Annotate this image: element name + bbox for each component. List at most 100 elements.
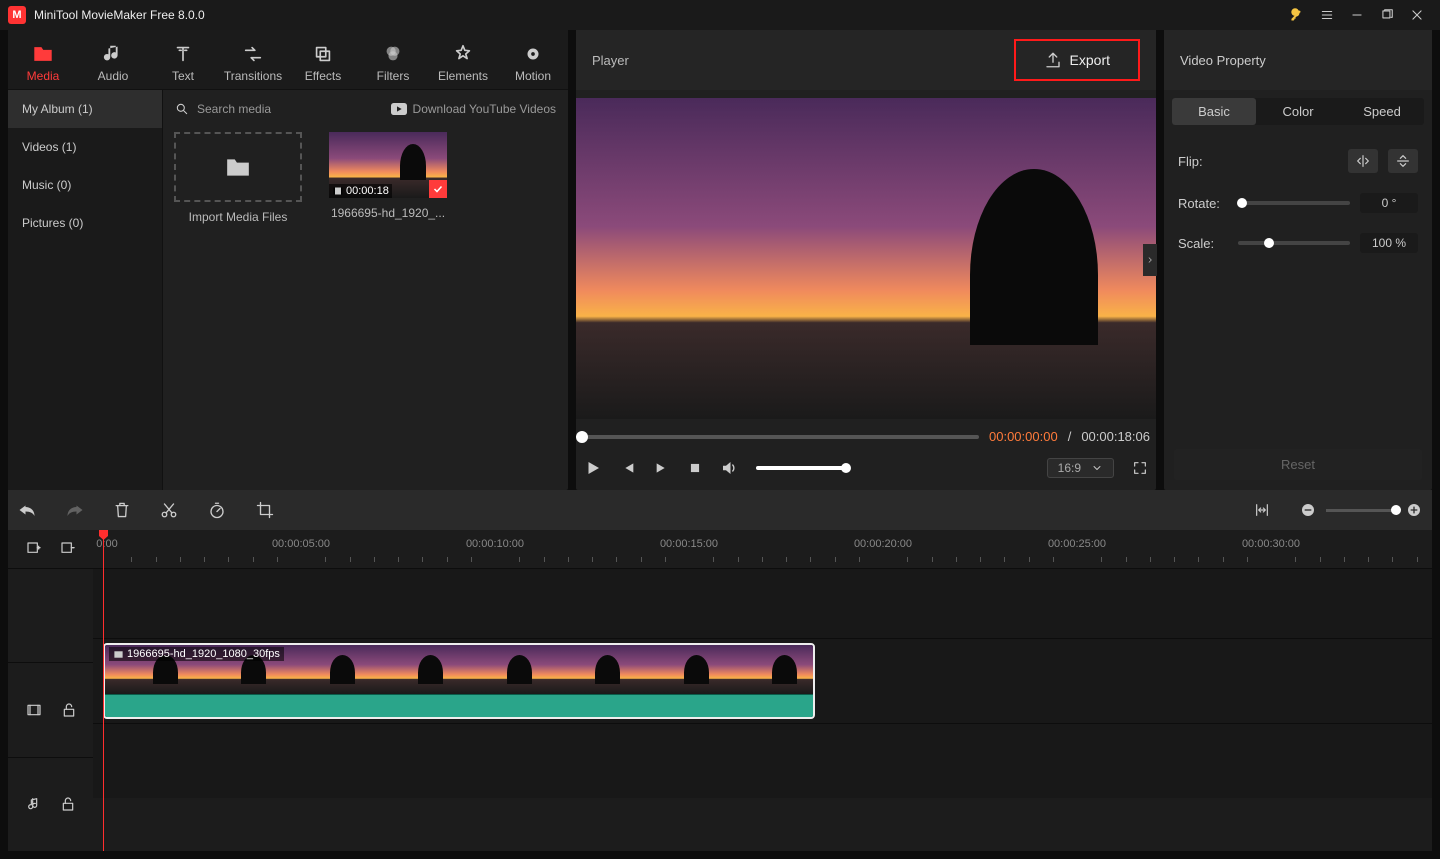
video-track[interactable]: 1966695-hd_1920_1080_30fps (93, 638, 1432, 723)
import-media-button[interactable]: Import Media Files (173, 132, 303, 224)
nav-label: Effects (305, 69, 341, 83)
video-icon (113, 649, 124, 660)
nav-media[interactable]: Media (8, 43, 78, 83)
track-gutter-overlay (8, 568, 93, 662)
nav-label: Motion (515, 69, 551, 83)
media-clip[interactable]: 00:00:18 1966695-hd_1920_... (323, 132, 453, 220)
zoom-out-button[interactable] (1300, 502, 1316, 518)
player-progress-bar[interactable] (582, 435, 979, 439)
player-title: Player (592, 53, 1014, 68)
volume-slider[interactable] (756, 466, 846, 470)
crop-button[interactable] (256, 501, 274, 519)
collapse-right-panel-button[interactable] (1143, 244, 1157, 276)
top-nav: Media Audio Text Transitions Effects Fil… (8, 30, 568, 90)
remove-track-icon[interactable] (60, 541, 76, 557)
download-label: Download YouTube Videos (413, 102, 556, 116)
volume-button[interactable] (720, 459, 738, 477)
redo-button[interactable] (66, 502, 84, 518)
nav-effects[interactable]: Effects (288, 43, 358, 83)
property-panel: Video Property Basic Color Speed Flip: R… (1164, 30, 1432, 490)
audio-track[interactable] (93, 723, 1432, 798)
aspect-ratio-select[interactable]: 16:9 (1047, 458, 1114, 478)
unlock-icon[interactable] (62, 702, 76, 718)
clip-used-checkmark-icon (429, 180, 447, 198)
split-button[interactable] (160, 501, 178, 519)
sidebar-item-videos[interactable]: Videos (1) (8, 128, 162, 166)
fullscreen-button[interactable] (1132, 460, 1148, 476)
track-gutter-video (8, 662, 93, 756)
sidebar-item-pictures[interactable]: Pictures (0) (8, 204, 162, 242)
ruler-tick: 00:00:05:00 (272, 538, 330, 550)
nav-text[interactable]: Text (148, 43, 218, 83)
add-track-icon[interactable] (26, 541, 42, 557)
sidebar-item-myalbum[interactable]: My Album (1) (8, 90, 162, 128)
flip-horizontal-button[interactable] (1348, 149, 1378, 173)
overlay-track[interactable] (93, 568, 1432, 638)
ruler-tick: 00:00:30:00 (1242, 538, 1300, 550)
timeline-ruler[interactable]: 0:00 00:00:05:00 00:00:10:00 00:00:15:00 00:… (93, 530, 1432, 568)
playhead[interactable] (103, 530, 104, 851)
scale-value: 100 % (1360, 233, 1418, 253)
zoom-slider[interactable] (1326, 509, 1396, 512)
tab-basic[interactable]: Basic (1172, 98, 1256, 125)
player-preview[interactable] (576, 98, 1156, 419)
youtube-icon (391, 103, 407, 115)
rotate-slider[interactable] (1238, 201, 1350, 205)
next-frame-button[interactable] (654, 460, 670, 476)
sidebar-item-music[interactable]: Music (0) (8, 166, 162, 204)
flip-vertical-button[interactable] (1388, 149, 1418, 173)
reset-button[interactable]: Reset (1174, 449, 1422, 480)
scale-label: Scale: (1178, 236, 1228, 251)
speed-button[interactable] (208, 501, 226, 519)
window-minimize-icon[interactable] (1342, 0, 1372, 30)
video-track-icon (26, 702, 42, 718)
nav-label: Elements (438, 69, 488, 83)
ruler-tick: 0:00 (96, 538, 117, 550)
menu-icon[interactable] (1312, 0, 1342, 30)
delete-button[interactable] (114, 501, 130, 519)
nav-filters[interactable]: Filters (358, 43, 428, 83)
nav-label: Filters (377, 69, 410, 83)
fit-timeline-button[interactable] (1254, 502, 1270, 518)
clip-label-text: 1966695-hd_1920_1080_30fps (127, 648, 280, 660)
prev-frame-button[interactable] (620, 460, 636, 476)
titlebar: M MiniTool MovieMaker Free 8.0.0 (0, 0, 1440, 30)
download-youtube-button[interactable]: Download YouTube Videos (391, 102, 556, 116)
timeline-tracks[interactable]: 0:00 00:00:05:00 00:00:10:00 00:00:15:00 00:… (93, 530, 1432, 851)
timeline-clip[interactable]: 1966695-hd_1920_1080_30fps (103, 643, 815, 719)
nav-transitions[interactable]: Transitions (218, 43, 288, 83)
search-icon (175, 102, 189, 116)
nav-motion[interactable]: Motion (498, 43, 568, 83)
chevron-down-icon (1091, 462, 1103, 474)
nav-audio[interactable]: Audio (78, 43, 148, 83)
play-button[interactable] (584, 459, 602, 477)
search-input[interactable]: Search media (197, 102, 383, 116)
audio-track-icon (27, 796, 41, 812)
clip-duration-text: 00:00:18 (346, 185, 389, 197)
clip-label: 1966695-hd_1920_1080_30fps (109, 647, 284, 661)
license-key-icon[interactable] (1282, 0, 1312, 30)
zoom-in-button[interactable] (1406, 502, 1422, 518)
unlock-icon[interactable] (61, 796, 75, 812)
folder-icon (225, 156, 251, 178)
ruler-tick: 00:00:10:00 (466, 538, 524, 550)
time-separator: / (1068, 429, 1072, 444)
track-gutter-audio (8, 757, 93, 851)
nav-label: Audio (98, 69, 129, 83)
window-close-icon[interactable] (1402, 0, 1432, 30)
scale-slider[interactable] (1238, 241, 1350, 245)
ruler-tick: 00:00:15:00 (660, 538, 718, 550)
stop-button[interactable] (688, 461, 702, 475)
video-icon (332, 185, 344, 197)
undo-button[interactable] (18, 502, 36, 518)
tab-speed[interactable]: Speed (1340, 98, 1424, 125)
nav-elements[interactable]: Elements (428, 43, 498, 83)
tab-color[interactable]: Color (1256, 98, 1340, 125)
rotate-value: 0 ° (1360, 193, 1418, 213)
clip-name: 1966695-hd_1920_... (331, 206, 445, 220)
rotate-label: Rotate: (1178, 196, 1228, 211)
app-title: MiniTool MovieMaker Free 8.0.0 (34, 8, 1282, 22)
export-button[interactable]: Export (1014, 39, 1140, 81)
export-icon (1044, 51, 1062, 69)
window-maximize-icon[interactable] (1372, 0, 1402, 30)
